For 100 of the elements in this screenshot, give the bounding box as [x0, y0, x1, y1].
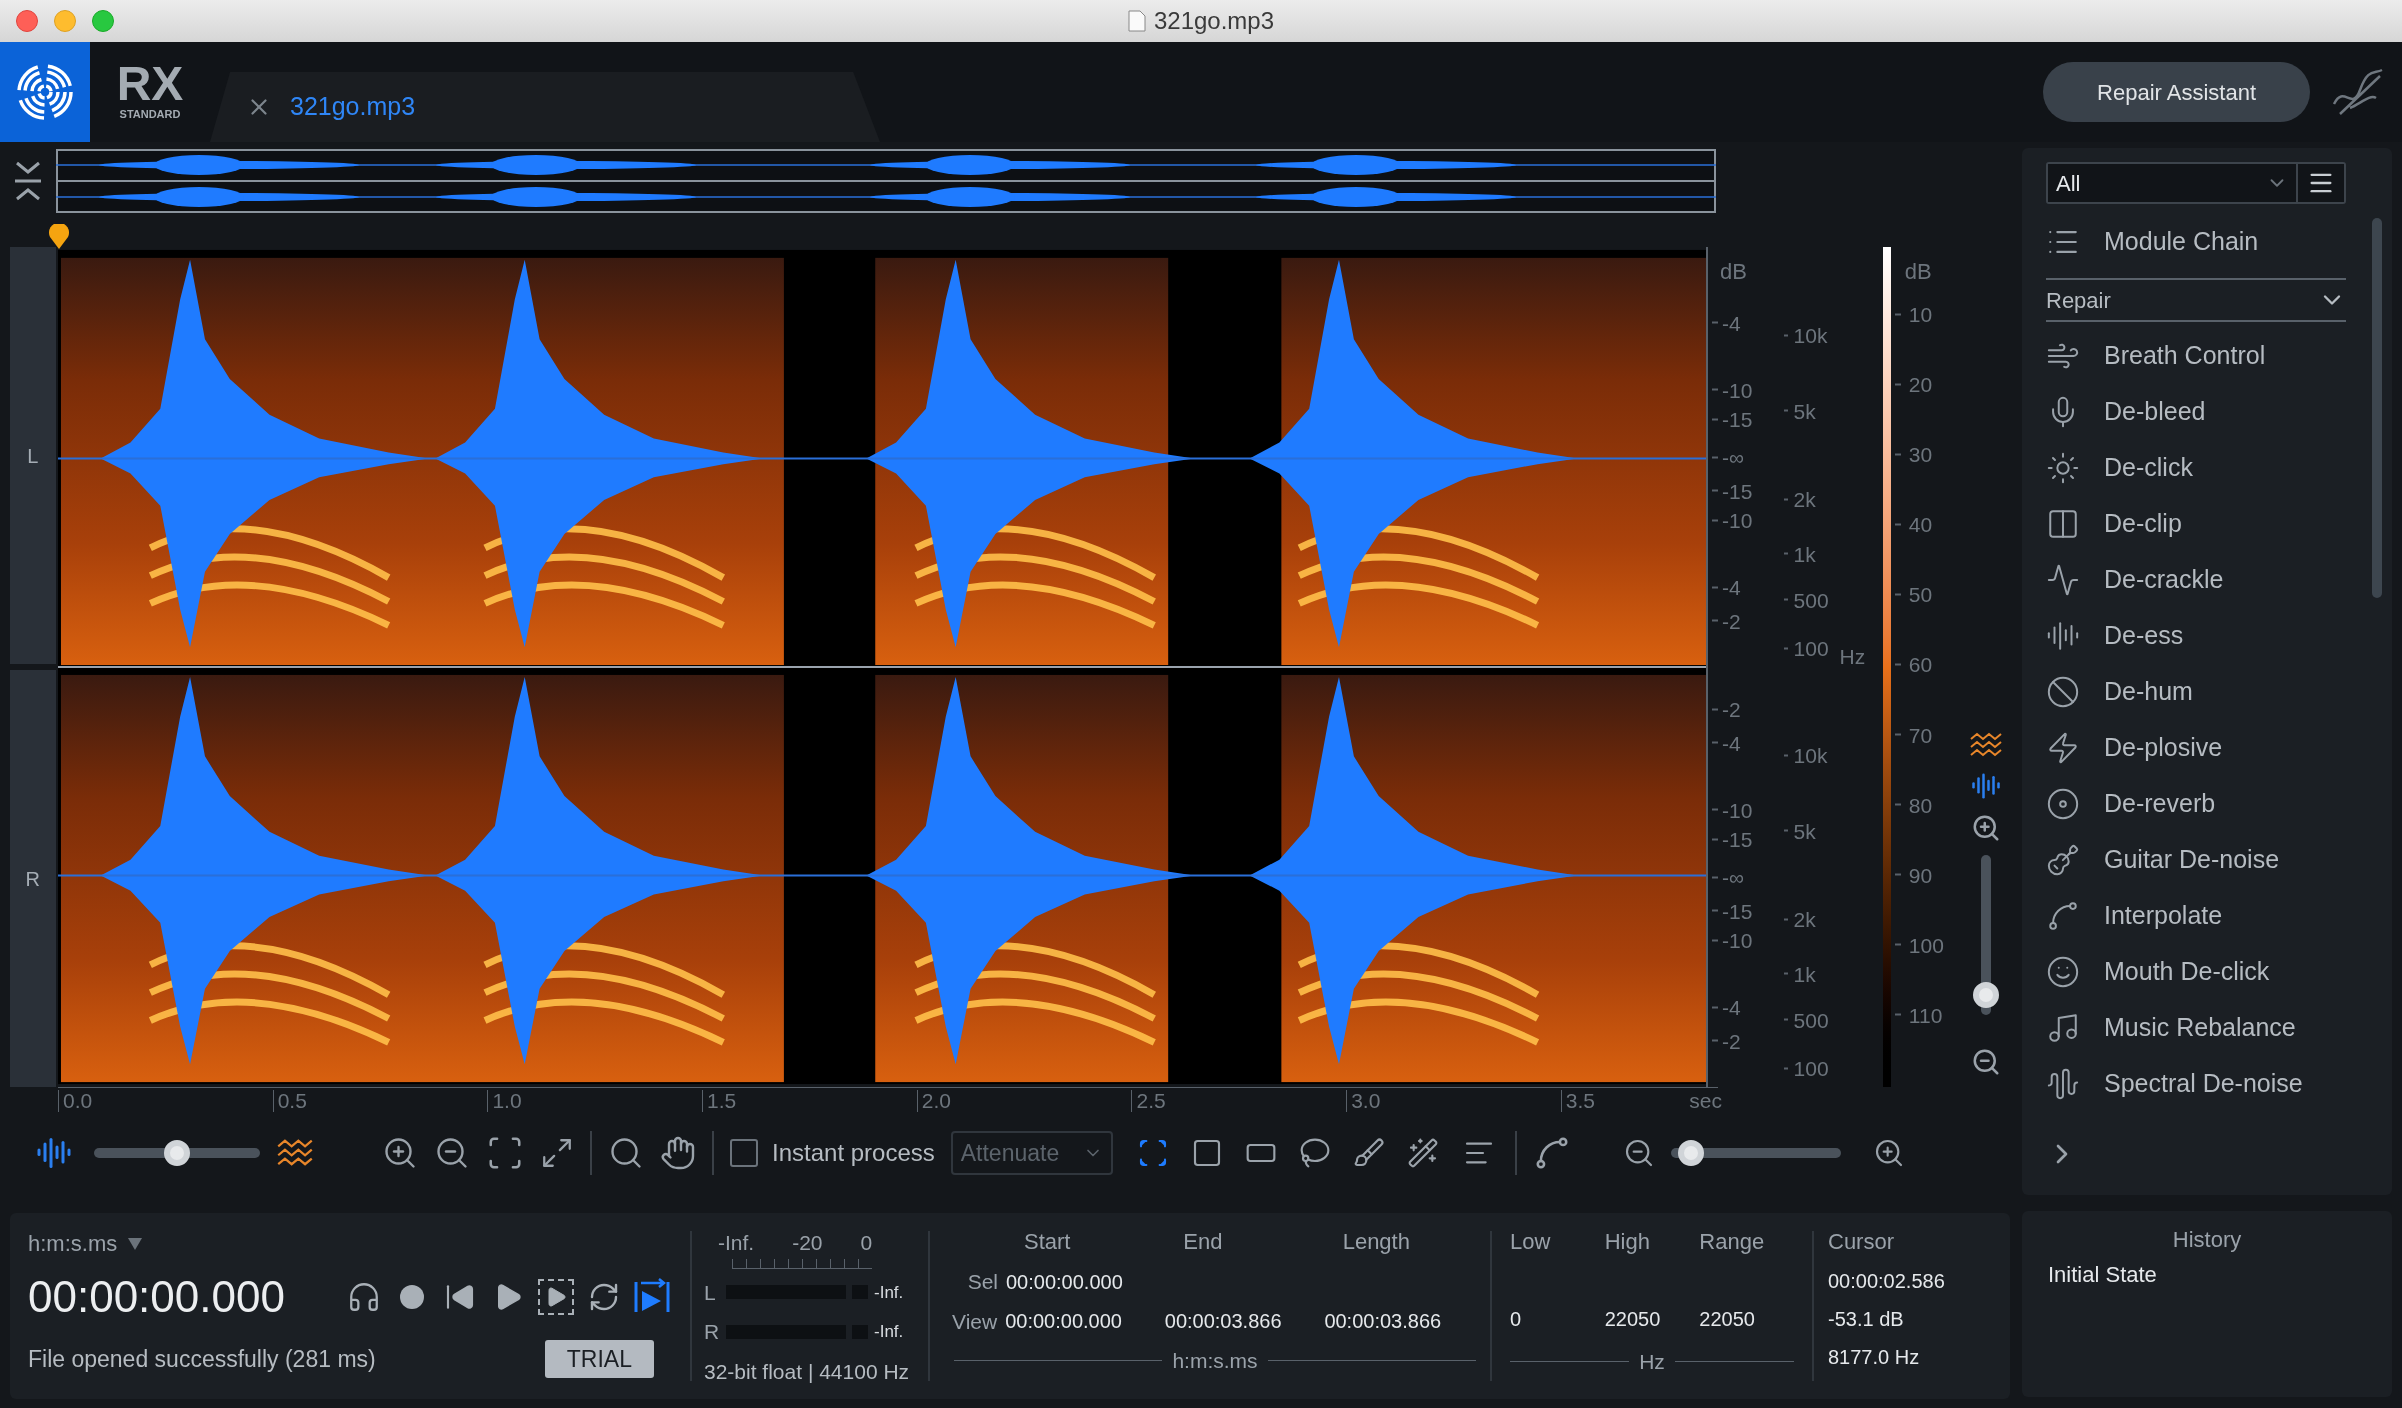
frequency-tick-label: 100	[1793, 637, 1829, 659]
module-icon	[2046, 1067, 2080, 1101]
slider-thumb[interactable]	[164, 1140, 190, 1166]
table-cell-text: 00:00:00.000	[1005, 1269, 1124, 1295]
module-item[interactable]: Breath Control	[2046, 328, 2346, 384]
trial-button[interactable]: TRIAL	[544, 1340, 654, 1378]
colorbar-tick-label: 80	[1908, 794, 1933, 816]
time-tick-label: 1.0	[487, 1090, 522, 1112]
slider[interactable]	[1670, 1140, 1841, 1166]
vertical-zoom-slider[interactable]	[1973, 855, 2000, 1015]
module-item[interactable]: De-plosive	[2046, 720, 2346, 776]
module-item[interactable]: De-crackle	[2046, 552, 2346, 608]
slider-thumb[interactable]	[1677, 1140, 1704, 1166]
waveform-toggle-icon[interactable]	[1971, 771, 2002, 801]
module-item[interactable]: De-clip	[2046, 496, 2346, 552]
spectrogram-icon[interactable]	[276, 1137, 314, 1169]
module-item[interactable]: Guitar De-noise	[2046, 832, 2346, 888]
module-chain-item[interactable]: Module Chain	[2046, 212, 2346, 272]
zoom-fit-icon[interactable]	[540, 1136, 574, 1170]
time-tick-label: 2.5	[1131, 1090, 1166, 1112]
slider[interactable]	[94, 1140, 260, 1166]
colorbar-tick-label: 50	[1908, 583, 1933, 605]
channel-label: L	[27, 443, 39, 469]
colorbar-tick-label: 20	[1908, 373, 1933, 395]
table-cell-text: 0	[1510, 1307, 1523, 1332]
search-icon[interactable]	[608, 1135, 644, 1171]
zoom-selection-icon[interactable]	[486, 1134, 524, 1172]
column-header: Cursor	[1828, 1228, 1895, 1256]
zoom-in-icon[interactable]	[382, 1135, 418, 1171]
collapse-expand-icon[interactable]	[13, 159, 43, 203]
scrollbar[interactable]	[2372, 218, 2382, 598]
logo-rings-icon	[17, 64, 73, 120]
zoom-out-icon[interactable]	[434, 1135, 470, 1171]
time-tick-label: 3.5	[1560, 1090, 1596, 1112]
module-icon	[2046, 675, 2080, 709]
frequency-tick-label: 5k	[1793, 400, 1816, 422]
time-tick-label: 2.0	[916, 1090, 951, 1112]
module-icon	[2046, 899, 2080, 933]
column-header: Start	[1023, 1228, 1072, 1256]
meter-scale-label: -20	[792, 1230, 823, 1256]
time-format-label[interactable]: h:m:s.ms	[28, 1227, 118, 1260]
time-unit: sec	[1689, 1090, 1722, 1112]
table-cell-text: 00:00:03.866	[1163, 1309, 1283, 1335]
db-tick-label: -4	[1722, 312, 1741, 334]
category-dropdown[interactable]: Repair	[2046, 278, 2346, 322]
row-label: View	[951, 1308, 998, 1335]
colorbar-tick-label: 40	[1908, 513, 1933, 535]
window-title: 321go.mp3	[1153, 6, 1275, 36]
module-icon	[2046, 619, 2080, 653]
cursor-value: 00:00:02.586	[1828, 1269, 1946, 1294]
hand-icon[interactable]	[660, 1135, 696, 1171]
module-item[interactable]: De-reverb	[2046, 776, 2346, 832]
frequency-tick-label: 10k	[1793, 744, 1828, 766]
history-item[interactable]: Initial State	[2048, 1258, 2366, 1291]
channel-label-panel[interactable]: R	[10, 670, 56, 1087]
column-header: Length	[1341, 1228, 1411, 1256]
vertical-zoom-thumb[interactable]	[1973, 982, 2000, 1009]
channel-label-panel[interactable]: L	[10, 247, 56, 664]
module-item[interactable]: Mouth De-click	[2046, 944, 2346, 1000]
module-item[interactable]: Music Rebalance	[2046, 1000, 2346, 1056]
unit-label: Hz	[1639, 1349, 1665, 1375]
cursor-value: -53.1 dB	[1828, 1307, 1905, 1332]
waveform-icon[interactable]	[36, 1135, 72, 1171]
file-icon	[1127, 10, 1146, 32]
module-item[interactable]: De-click	[2046, 440, 2346, 496]
module-icon	[2046, 843, 2080, 877]
module-filter-dropdown[interactable]: All	[2048, 164, 2298, 202]
dropdown-triangle-icon[interactable]	[127, 1236, 144, 1251]
frequency-tick-label: 500	[1793, 589, 1829, 611]
colorbar-tick-label: 90	[1908, 864, 1933, 886]
file-tab[interactable]: 321go.mp3	[210, 72, 880, 142]
instant-process-checkbox[interactable]	[730, 1139, 758, 1167]
spectrogram-toggle-icon[interactable]	[1969, 731, 2004, 759]
menu-button[interactable]	[2298, 164, 2344, 202]
frequency-tick-label: 500	[1793, 1009, 1829, 1031]
tab-label: 321go.mp3	[290, 91, 416, 123]
row-label: Sel	[966, 1269, 998, 1295]
module-item[interactable]: De-hum	[2046, 664, 2346, 720]
module-item[interactable]: De-ess	[2046, 608, 2346, 664]
db-tick-label: -15	[1722, 828, 1753, 850]
module-item[interactable]: Interpolate	[2046, 888, 2346, 944]
module-item[interactable]: Spectral De-noise	[2046, 1056, 2346, 1112]
frequency-tick-label: 1k	[1793, 543, 1816, 565]
db-tick-label: -15	[1722, 480, 1753, 502]
db-tick-label: -2	[1722, 1030, 1741, 1052]
db-tick-label: -2	[1722, 698, 1741, 720]
repair-assistant-button[interactable]: Repair Assistant	[2043, 62, 2310, 122]
module-item[interactable]: De-bleed	[2046, 384, 2346, 440]
close-window-button[interactable]	[16, 10, 38, 32]
column-header: Range	[1699, 1228, 1766, 1256]
table-cell-text: 22050	[1604, 1307, 1662, 1332]
history-title: History	[2172, 1226, 2242, 1254]
colorbar-tick-label: 100	[1908, 934, 1944, 956]
meter-channel-label: R	[704, 1319, 720, 1345]
db-tick-label: -4	[1722, 576, 1741, 598]
audio-format-label: 32-bit float | 44100 Hz	[704, 1358, 911, 1385]
play-selection-icon[interactable]	[536, 1277, 576, 1317]
playhead-marker-icon[interactable]	[48, 224, 70, 250]
time-tick-label: 3.0	[1346, 1090, 1381, 1112]
db-tick-label: -10	[1722, 509, 1753, 531]
